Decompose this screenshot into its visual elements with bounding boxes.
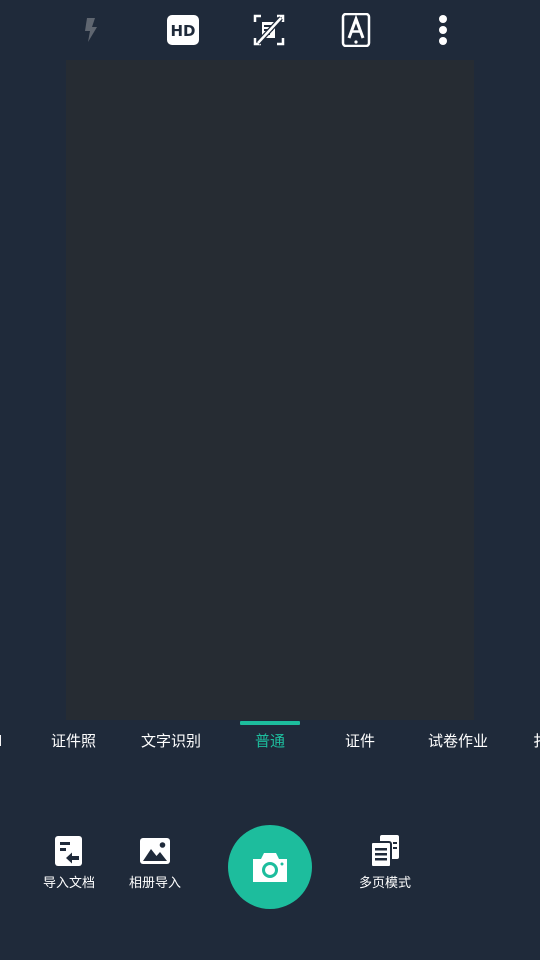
camera-icon <box>253 853 287 882</box>
multi-page-mode-label: 多页模式 <box>358 876 411 891</box>
mode-tab-certificate[interactable]: 证件 <box>345 732 375 750</box>
crop-off-icon <box>253 14 285 46</box>
mode-tab-id-photo[interactable]: 证件照 <box>51 732 96 750</box>
import-document-label: 导入文档 <box>42 876 95 891</box>
image-icon <box>140 838 170 864</box>
mode-tab-partial-left[interactable]: I <box>0 732 2 750</box>
svg-text:HD: HD <box>170 22 195 40</box>
mode-tab-exam-homework[interactable]: 试卷作业 <box>428 732 488 750</box>
active-mode-indicator <box>240 721 300 725</box>
import-document-icon <box>55 836 82 866</box>
hd-icon: HD <box>167 15 199 45</box>
mode-tab-normal[interactable]: 普通 <box>255 732 285 750</box>
text-recognition-icon <box>341 13 371 47</box>
camera-preview[interactable] <box>66 60 474 720</box>
flash-button[interactable] <box>73 12 109 48</box>
mode-tab-text-recognition[interactable]: 文字识别 <box>141 732 201 750</box>
multi-page-mode-button[interactable]: 多页模式 <box>345 834 425 892</box>
multi-page-icon <box>370 835 399 868</box>
top-toolbar: HD <box>0 0 540 60</box>
album-import-button[interactable]: 相册导入 <box>115 834 195 892</box>
text-mode-button[interactable] <box>338 12 374 48</box>
crop-off-button[interactable] <box>251 12 287 48</box>
shutter-button[interactable] <box>228 825 312 909</box>
flash-off-icon <box>85 18 97 42</box>
mode-tabs: I 证件照 文字识别 普通 证件 试卷作业 扌 <box>0 720 540 762</box>
more-button[interactable] <box>425 12 461 48</box>
more-vertical-icon <box>439 15 447 45</box>
import-document-button[interactable]: 导入文档 <box>29 834 109 892</box>
album-import-label: 相册导入 <box>128 876 181 891</box>
hd-button[interactable]: HD <box>165 12 201 48</box>
mode-tab-partial-right[interactable]: 扌 <box>533 732 540 750</box>
